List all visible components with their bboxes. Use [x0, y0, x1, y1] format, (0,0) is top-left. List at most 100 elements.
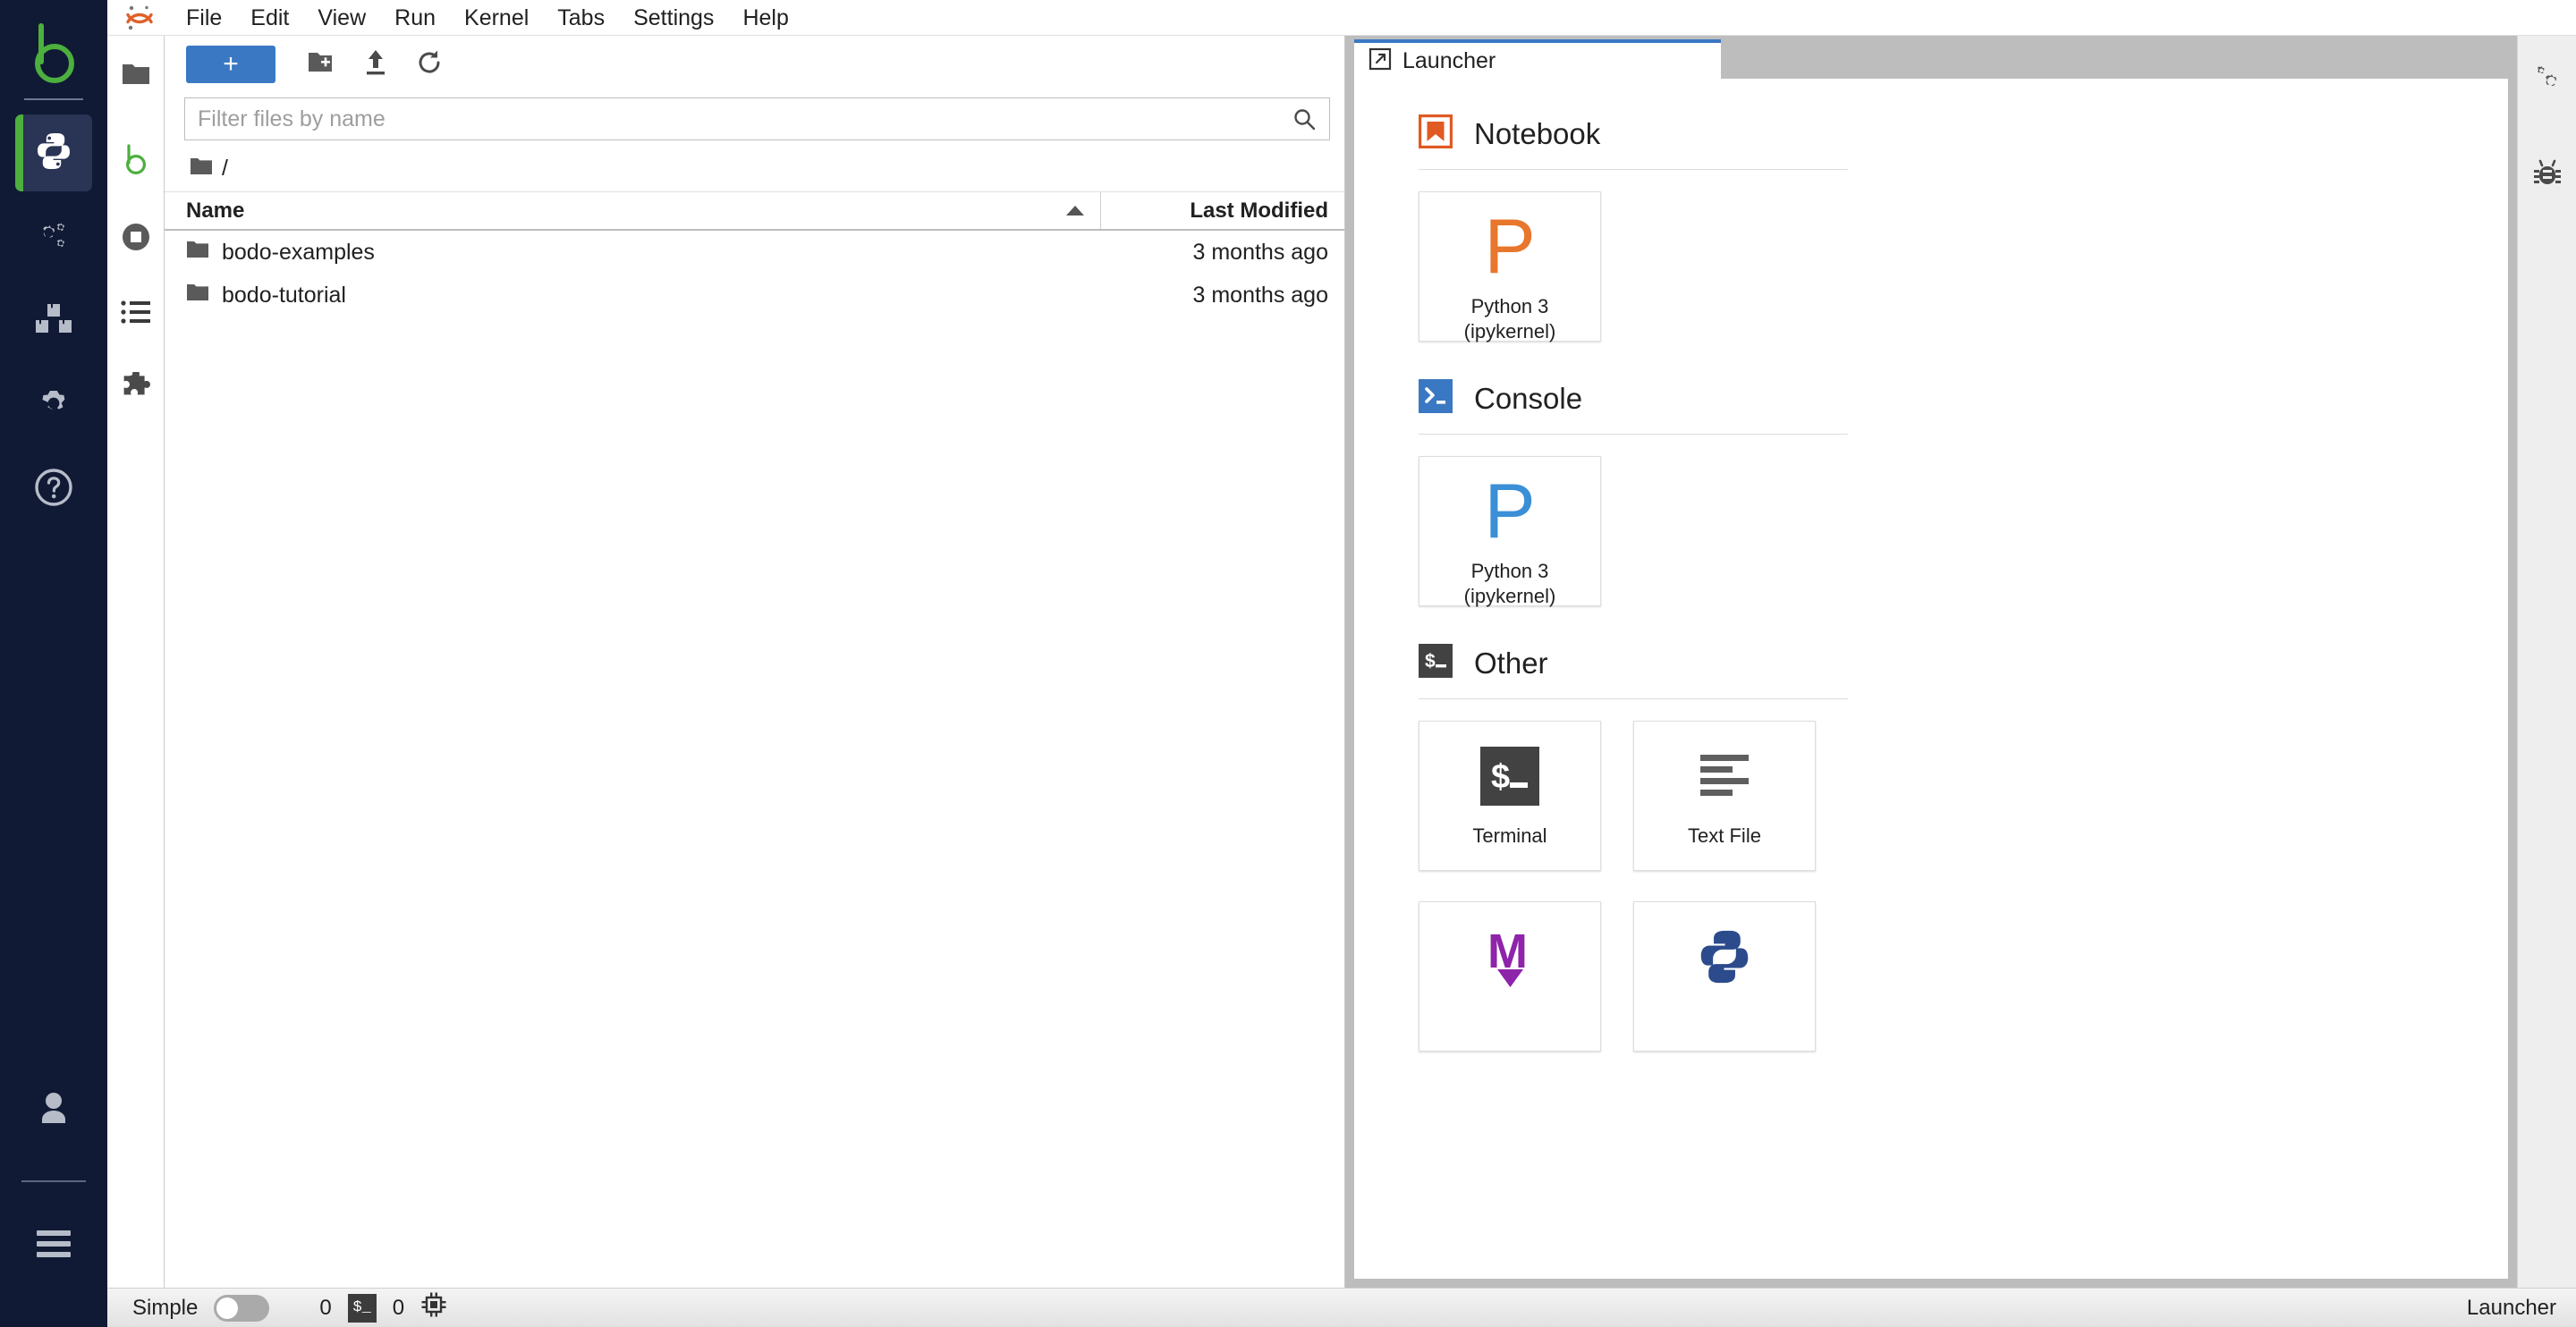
- launcher-card-row-other-2: M: [1419, 901, 2465, 1052]
- launcher-card-row-console: P Python 3 (ipykernel): [1419, 456, 2465, 606]
- column-header-last-modified[interactable]: Last Modified: [1101, 199, 1344, 224]
- launcher-card-terminal[interactable]: $ Terminal: [1419, 721, 1601, 871]
- launcher-section-title: Console: [1474, 382, 1582, 416]
- left-sidebar-strip: [107, 36, 165, 1288]
- tab-launcher[interactable]: Launcher: [1354, 39, 1721, 79]
- python-kernel-P-glyph: P: [1484, 212, 1535, 282]
- status-bar: Simple 0 $_ 0: [107, 1288, 2576, 1327]
- status-bar-left: Simple 0 $_ 0: [132, 1291, 447, 1324]
- bodo-left-rail: [0, 0, 107, 1327]
- launcher-card-python-file[interactable]: [1633, 901, 1816, 1052]
- column-header-name[interactable]: Name: [165, 192, 1101, 229]
- launcher-section-console-header: Console: [1419, 379, 2465, 418]
- launcher-card-python3-console[interactable]: P Python 3 (ipykernel): [1419, 456, 1601, 606]
- list-icon: [120, 300, 152, 329]
- question-circle-icon: [33, 467, 74, 512]
- refresh-icon: [415, 48, 444, 81]
- stop-circle-icon: [119, 220, 153, 258]
- gear-icon: [32, 382, 75, 429]
- table-row[interactable]: bodo-tutorial 3 months ago: [165, 274, 1344, 317]
- launcher-card-label: Terminal: [1472, 824, 1546, 849]
- breadcrumb: /: [165, 145, 1344, 191]
- hamburger-icon: [31, 1227, 76, 1265]
- sidebar-item-menu[interactable]: [15, 1207, 92, 1284]
- sidebar-item-file-browser[interactable]: [108, 48, 164, 104]
- sidebar-item-settings[interactable]: [15, 367, 92, 444]
- sidebar-item-packages[interactable]: [15, 283, 92, 359]
- search-icon[interactable]: [1292, 106, 1317, 131]
- rail-bottom-group: [0, 1073, 107, 1327]
- card-label-line1: Python 3: [1464, 559, 1556, 584]
- launcher-card-markdown-file[interactable]: M: [1419, 901, 1601, 1052]
- main-dock-area: Launcher Noteboo: [1345, 36, 2517, 1288]
- launcher-section-notebook-header: Notebook: [1419, 114, 2465, 153]
- table-row[interactable]: bodo-examples 3 months ago: [165, 231, 1344, 274]
- folder-icon[interactable]: [190, 156, 213, 181]
- bodo-b-icon: [121, 143, 151, 182]
- file-name-label: bodo-tutorial: [222, 283, 346, 309]
- launcher-card-text-file[interactable]: Text File: [1633, 721, 1816, 871]
- sort-ascending-icon: [1066, 206, 1084, 216]
- sidebar-item-account[interactable]: [15, 1073, 92, 1150]
- upload-button[interactable]: [349, 42, 402, 87]
- file-last-modified: 3 months ago: [1101, 283, 1344, 309]
- svg-text:$: $: [1491, 758, 1510, 796]
- right-sidebar-strip: [2517, 36, 2576, 1288]
- file-row-name-cell: bodo-examples: [165, 240, 1101, 266]
- refresh-button[interactable]: [402, 42, 456, 87]
- launcher-icon: [1368, 47, 1392, 75]
- menu-settings[interactable]: Settings: [619, 0, 728, 36]
- file-browser-panel: +: [165, 36, 1345, 1288]
- menu-run[interactable]: Run: [380, 0, 450, 36]
- sidebar-item-property-inspector[interactable]: [2520, 54, 2575, 109]
- launcher-content: Notebook P Python 3 (ipykernel): [1354, 114, 2508, 1052]
- menu-help[interactable]: Help: [728, 0, 802, 36]
- python-logo-icon: [1693, 922, 1756, 992]
- sidebar-item-clusters-settings[interactable]: [15, 199, 92, 275]
- notebook-bookmark-icon: [1419, 114, 1453, 153]
- rail-divider-top: [24, 98, 83, 100]
- person-icon: [32, 1089, 75, 1135]
- search-input[interactable]: [198, 106, 1284, 132]
- folder-icon: [186, 240, 209, 266]
- jupyter-logo-icon: [120, 0, 159, 36]
- upload-icon: [362, 48, 389, 81]
- launcher-panel: Notebook P Python 3 (ipykernel): [1354, 79, 2508, 1279]
- console-prompt-icon: [1419, 379, 1453, 418]
- shell-body: +: [107, 36, 2576, 1288]
- new-folder-button[interactable]: [295, 42, 349, 87]
- terminal-dollar-icon: $: [1419, 644, 1453, 682]
- file-row-name-cell: bodo-tutorial: [165, 283, 1101, 309]
- menu-kernel[interactable]: Kernel: [450, 0, 543, 36]
- menu-view[interactable]: View: [303, 0, 380, 36]
- new-folder-icon: [307, 49, 337, 80]
- sidebar-item-running-sessions[interactable]: [108, 211, 164, 266]
- menu-tabs[interactable]: Tabs: [543, 0, 619, 36]
- dock-tab-bar: Launcher: [1345, 36, 2517, 79]
- gears-icon: [2529, 62, 2565, 102]
- card-label-line1: Python 3: [1464, 294, 1556, 319]
- new-launcher-button[interactable]: +: [186, 46, 275, 83]
- file-last-modified: 3 months ago: [1101, 240, 1344, 266]
- sidebar-item-extension-manager[interactable]: [108, 361, 164, 417]
- python-kernel-icon: P: [1484, 477, 1535, 546]
- sidebar-item-commands[interactable]: [108, 286, 164, 342]
- python-icon: [32, 130, 75, 177]
- sidebar-item-bodo-panel[interactable]: [108, 134, 164, 190]
- menu-file[interactable]: File: [172, 0, 236, 36]
- sidebar-item-python-environment[interactable]: [15, 114, 92, 191]
- breadcrumb-root[interactable]: /: [222, 156, 228, 182]
- gears-icon: [31, 213, 76, 262]
- sidebar-item-help[interactable]: [15, 451, 92, 528]
- filter-box[interactable]: [184, 97, 1330, 140]
- boxes-icon: [31, 299, 76, 344]
- python-kernel-icon: P: [1484, 212, 1535, 282]
- svg-text:$: $: [1425, 651, 1436, 672]
- column-header-name-label: Name: [186, 199, 244, 224]
- launcher-card-python3-notebook[interactable]: P Python 3 (ipykernel): [1419, 191, 1601, 342]
- simple-mode-toggle[interactable]: [214, 1295, 269, 1322]
- launcher-section-title: Other: [1474, 647, 1548, 680]
- status-bar-right: Launcher: [2467, 1296, 2556, 1321]
- menu-edit[interactable]: Edit: [236, 0, 303, 36]
- sidebar-item-debugger[interactable]: [2520, 147, 2575, 202]
